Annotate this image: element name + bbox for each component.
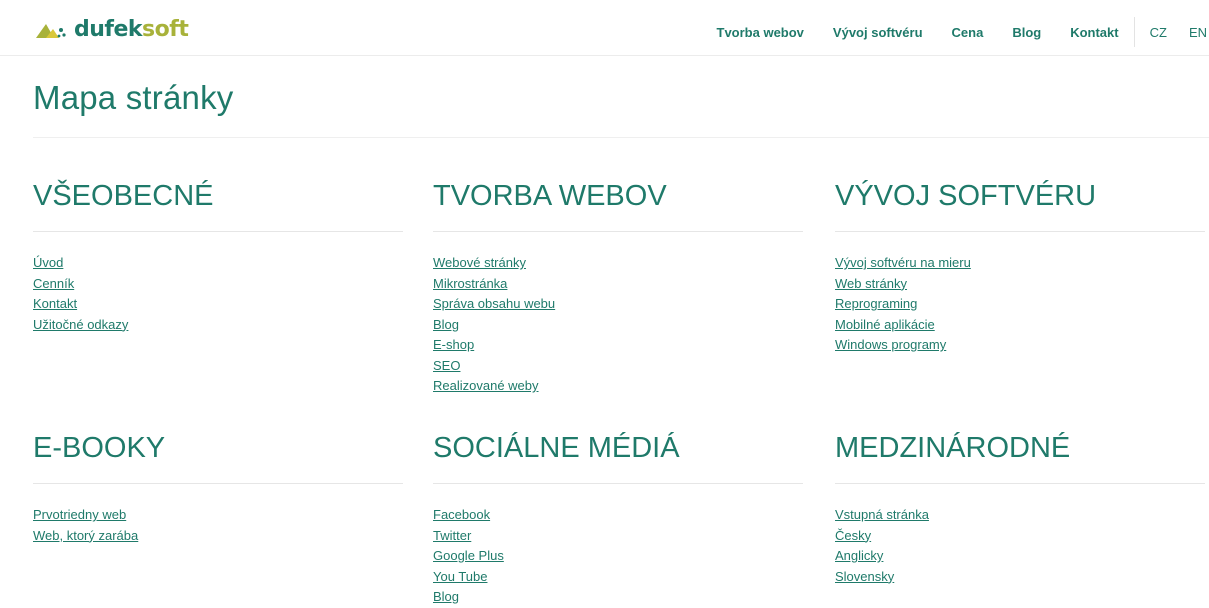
sitemap-link[interactable]: Twitter bbox=[433, 528, 471, 543]
sitemap-link[interactable]: Česky bbox=[835, 528, 871, 543]
list-item: Mikrostránka bbox=[433, 274, 803, 295]
list-item: Twitter bbox=[433, 526, 803, 547]
logo[interactable]: dufeksoft bbox=[34, 17, 189, 43]
sitemap-link[interactable]: Kontakt bbox=[33, 296, 77, 311]
sitemap-section: TVORBA WEBOV Webové stránky Mikrostránka Sp… bbox=[433, 178, 803, 397]
list-item: Mobilné aplikácie bbox=[835, 315, 1205, 336]
sitemap-link[interactable]: Web stránky bbox=[835, 276, 907, 291]
section-title: E-BOOKY bbox=[33, 430, 403, 484]
list-item: Facebook bbox=[433, 505, 803, 526]
title-divider bbox=[33, 137, 1209, 138]
site-header: dufeksoft Tvorba webov Vývoj softvéru Ce… bbox=[0, 0, 1209, 56]
logo-text: dufeksoft bbox=[74, 17, 189, 42]
language-en[interactable]: EN bbox=[1189, 25, 1209, 40]
section-title: MEDZINÁRODNÉ bbox=[835, 430, 1205, 484]
list-item: Reprograming bbox=[835, 294, 1205, 315]
nav-item-blog[interactable]: Blog bbox=[1012, 25, 1041, 40]
section-title: SOCIÁLNE MÉDIÁ bbox=[433, 430, 803, 484]
list-item: Prvotriedny web bbox=[33, 505, 403, 526]
nav-item-tvorba-webov[interactable]: Tvorba webov bbox=[717, 25, 804, 40]
sitemap-section: E-BOOKY Prvotriedny web Web, ktorý zarába bbox=[33, 430, 403, 546]
sitemap-section: VÝVOJ SOFTVÉRU Vývoj softvéru na mieru Web… bbox=[835, 178, 1205, 356]
section-link-list: Webové stránky Mikrostránka Správa obsahu … bbox=[433, 253, 803, 397]
sitemap-link[interactable]: Vstupná stránka bbox=[835, 507, 929, 522]
list-item: Vstupná stránka bbox=[835, 505, 1205, 526]
sitemap-link[interactable]: Užitočné odkazy bbox=[33, 317, 128, 332]
list-item: Cenník bbox=[33, 274, 403, 295]
list-item: Web, ktorý zarába bbox=[33, 526, 403, 547]
list-item: SEO bbox=[433, 356, 803, 377]
sitemap-link[interactable]: Vývoj softvéru na mieru bbox=[835, 255, 971, 270]
section-title: TVORBA WEBOV bbox=[433, 178, 803, 232]
list-item: Užitočné odkazy bbox=[33, 315, 403, 336]
list-item: Správa obsahu webu bbox=[433, 294, 803, 315]
list-item: Blog bbox=[433, 587, 803, 608]
sitemap-section: VŠEOBECNÉ Úvod Cenník Kontakt Užitočné odkaz… bbox=[33, 178, 403, 335]
section-title: VŠEOBECNÉ bbox=[33, 178, 403, 232]
section-title: VÝVOJ SOFTVÉRU bbox=[835, 178, 1205, 232]
list-item: Blog bbox=[433, 315, 803, 336]
language-cz[interactable]: CZ bbox=[1150, 25, 1167, 40]
sitemap-link[interactable]: You Tube bbox=[433, 569, 487, 584]
sitemap-section: SOCIÁLNE MÉDIÁ Facebook Twitter Google Plus… bbox=[433, 430, 803, 608]
nav-divider bbox=[1133, 17, 1135, 47]
sitemap-link[interactable]: Slovensky bbox=[835, 569, 894, 584]
list-item: Anglicky bbox=[835, 546, 1205, 567]
logo-text-part2: soft bbox=[142, 17, 189, 42]
sitemap-link[interactable]: Prvotriedny web bbox=[33, 507, 126, 522]
sitemap-link[interactable]: Webové stránky bbox=[433, 255, 526, 270]
sitemap-link[interactable]: Facebook bbox=[433, 507, 490, 522]
sitemap-link[interactable]: Windows programy bbox=[835, 337, 946, 352]
list-item: Web stránky bbox=[835, 274, 1205, 295]
section-link-list: Vstupná stránka Česky Anglicky Slovensky bbox=[835, 505, 1205, 587]
section-link-list: Facebook Twitter Google Plus You Tube Blog bbox=[433, 505, 803, 608]
sitemap-link[interactable]: Blog bbox=[433, 589, 459, 604]
nav-item-vyvoj-softveru[interactable]: Vývoj softvéru bbox=[833, 25, 923, 40]
list-item: Kontakt bbox=[33, 294, 403, 315]
list-item: You Tube bbox=[433, 567, 803, 588]
sitemap-link[interactable]: Anglicky bbox=[835, 548, 883, 563]
sitemap-link[interactable]: Cenník bbox=[33, 276, 74, 291]
sitemap-section: MEDZINÁRODNÉ Vstupná stránka Česky Anglicky… bbox=[835, 430, 1205, 587]
list-item: Úvod bbox=[33, 253, 403, 274]
list-item: Webové stránky bbox=[433, 253, 803, 274]
sitemap-link[interactable]: Mobilné aplikácie bbox=[835, 317, 935, 332]
sitemap-link[interactable]: E-shop bbox=[433, 337, 474, 352]
sitemap-link[interactable]: Realizované weby bbox=[433, 378, 539, 393]
nav-item-cena[interactable]: Cena bbox=[952, 25, 984, 40]
sitemap-link[interactable]: Mikrostránka bbox=[433, 276, 507, 291]
section-link-list: Úvod Cenník Kontakt Užitočné odkazy bbox=[33, 253, 403, 335]
nav-item-kontakt[interactable]: Kontakt bbox=[1070, 25, 1118, 40]
sitemap-link[interactable]: Úvod bbox=[33, 255, 63, 270]
logo-text-part1: dufek bbox=[74, 17, 143, 42]
sitemap-link[interactable]: Správa obsahu webu bbox=[433, 296, 555, 311]
list-item: Slovensky bbox=[835, 567, 1205, 588]
sitemap-link[interactable]: Reprograming bbox=[835, 296, 917, 311]
sitemap-link[interactable]: Web, ktorý zarába bbox=[33, 528, 138, 543]
main-nav: Tvorba webov Vývoj softvéru Cena Blog Ko… bbox=[717, 17, 1209, 47]
sitemap-link[interactable]: Google Plus bbox=[433, 548, 504, 563]
section-link-list: Vývoj softvéru na mieru Web stránky Reprog… bbox=[835, 253, 1205, 356]
logo-icon bbox=[36, 24, 66, 38]
list-item: Česky bbox=[835, 526, 1205, 547]
list-item: Google Plus bbox=[433, 546, 803, 567]
sitemap-link[interactable]: SEO bbox=[433, 358, 460, 373]
list-item: Windows programy bbox=[835, 335, 1205, 356]
sitemap-link[interactable]: Blog bbox=[433, 317, 459, 332]
list-item: Realizované weby bbox=[433, 376, 803, 397]
page-title: Mapa stránky bbox=[33, 79, 234, 116]
list-item: E-shop bbox=[433, 335, 803, 356]
section-link-list: Prvotriedny web Web, ktorý zarába bbox=[33, 505, 403, 546]
list-item: Vývoj softvéru na mieru bbox=[835, 253, 1205, 274]
